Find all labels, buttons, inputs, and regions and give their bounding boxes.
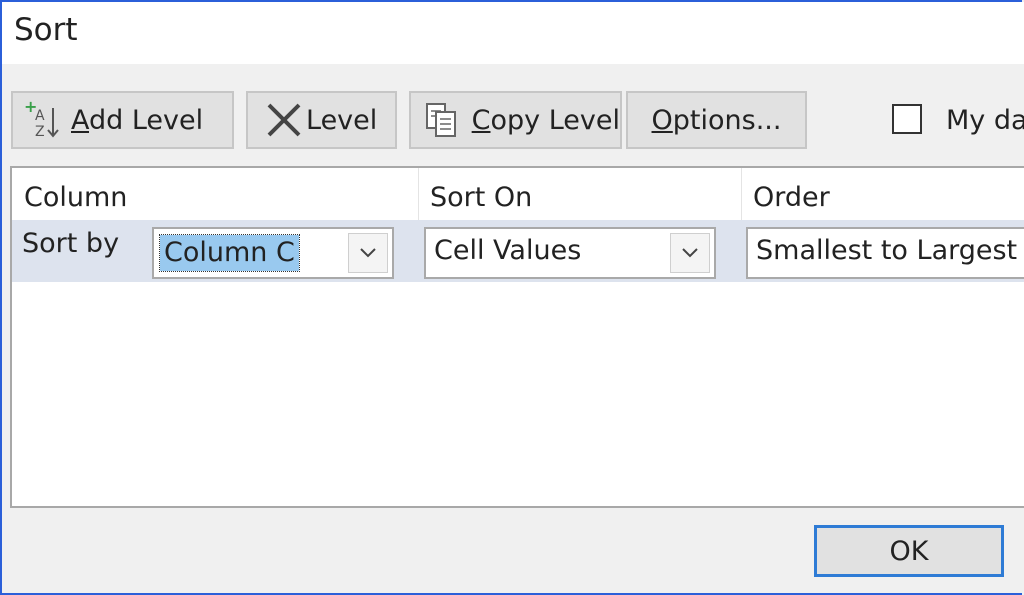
- delete-x-icon: [262, 93, 306, 147]
- add-sort-level-icon: + A Z: [13, 93, 71, 147]
- dialog-title: Sort: [14, 12, 78, 48]
- delete-level-button[interactable]: Level: [246, 91, 397, 149]
- copy-level-button[interactable]: Copy Level: [409, 91, 622, 149]
- ok-button[interactable]: OK: [814, 525, 1004, 577]
- options-label: Options...: [651, 104, 782, 136]
- add-level-button[interactable]: + A Z Add Level: [11, 91, 234, 149]
- sort-level-row[interactable]: Sort by Column C Cell Values Smallest to…: [12, 220, 1024, 282]
- sort-on-select-value: Cell Values: [434, 235, 582, 266]
- order-select-value: Smallest to Largest: [756, 235, 1018, 266]
- headers-checkbox-label: My da: [946, 105, 1024, 136]
- copy-icon: [411, 93, 472, 147]
- delete-level-label: Level: [306, 104, 378, 136]
- svg-text:Z: Z: [35, 124, 45, 140]
- sort-on-header: Sort On: [430, 182, 533, 213]
- svg-text:A: A: [35, 108, 45, 124]
- headers-checkbox[interactable]: [892, 104, 922, 134]
- order-header: Order: [753, 182, 830, 213]
- header-divider: [741, 168, 742, 220]
- column-select-value: Column C: [159, 234, 300, 272]
- copy-level-label: Copy Level: [471, 104, 620, 136]
- order-select[interactable]: Smallest to Largest: [746, 227, 1024, 279]
- column-header: Column: [24, 182, 128, 213]
- column-select[interactable]: Column C: [152, 227, 394, 279]
- sort-on-select[interactable]: Cell Values: [424, 227, 716, 279]
- title-bar: Sort: [2, 2, 1024, 64]
- sort-levels-grid: Column Sort On Order Sort by Column C Ce…: [10, 166, 1024, 508]
- options-button[interactable]: Options...: [626, 91, 807, 149]
- add-level-label: Add Level: [71, 104, 204, 136]
- chevron-down-icon[interactable]: [670, 233, 710, 273]
- header-divider: [418, 168, 419, 220]
- chevron-down-icon[interactable]: [348, 233, 388, 273]
- sort-by-label: Sort by: [22, 228, 120, 259]
- ok-label: OK: [889, 535, 929, 567]
